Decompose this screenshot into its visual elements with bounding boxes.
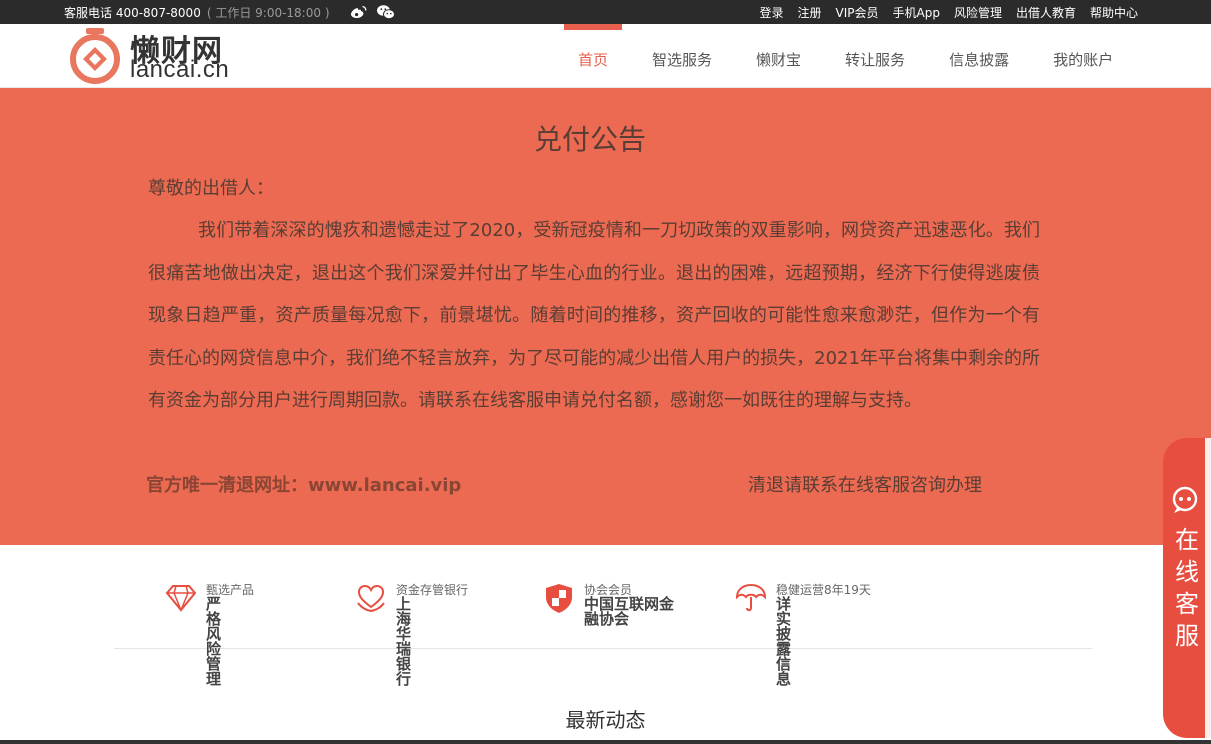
- main-nav: 首页 智选服务 懒财宝 转让服务 信息披露 我的账户: [564, 24, 1143, 88]
- contact-text: 清退请联系在线客服咨询办理: [748, 475, 982, 496]
- working-hours: ( 工作日 9:00-18:00 ): [206, 6, 330, 20]
- logo-mark: [70, 28, 120, 84]
- hotline-info: 客服电话 400-807-8000 ( 工作日 9:00-18:00 ): [64, 4, 330, 21]
- register-link[interactable]: 注册: [797, 4, 821, 21]
- bottom-divider: [0, 740, 1211, 744]
- lender-education-link[interactable]: 出借人教育: [1016, 4, 1076, 21]
- nav-transfer-service[interactable]: 转让服务: [831, 24, 919, 88]
- top-bar: 客服电话 400-807-8000 ( 工作日 9:00-18:00 ) 登录 注…: [0, 0, 1211, 24]
- site-logo[interactable]: 懒财网 lancai.cn: [66, 26, 246, 84]
- help-center-link[interactable]: 帮助中心: [1090, 4, 1138, 21]
- hotline-text: 客服电话 400-807-8000: [64, 6, 201, 20]
- online-service-label: 在线客服: [1175, 526, 1199, 650]
- heart-hands-icon: [357, 584, 385, 613]
- login-link[interactable]: 登录: [759, 4, 783, 21]
- nav-disclosure[interactable]: 信息披露: [935, 24, 1023, 88]
- umbrella-icon: [735, 583, 767, 612]
- service-edge: [1205, 438, 1211, 738]
- shield-icon: [546, 584, 572, 613]
- notice-greeting: 尊敬的出借人：: [148, 178, 274, 199]
- mobile-app-link[interactable]: 手机App: [893, 4, 940, 21]
- features-strip: 甄选产品 严格风险管理 资金存管银行 上海华瑞银行 协会会员 中国互联网金融协会…: [114, 545, 1092, 687]
- notice-banner: 兑付公告 尊敬的出借人： 我们带着深深的愧疚和遗憾走过了2020，受新冠疫情和一…: [0, 88, 1211, 545]
- logo-domain: lancai.cn: [130, 56, 230, 83]
- vip-link[interactable]: VIP会员: [836, 4, 879, 21]
- nav-smart-service[interactable]: 智选服务: [638, 24, 726, 88]
- top-links: 登录 注册 VIP会员 手机App 风险管理 出借人教育 帮助中心: [759, 4, 1138, 21]
- online-service-button[interactable]: 在线客服: [1163, 438, 1211, 738]
- nav-my-account[interactable]: 我的账户: [1039, 24, 1127, 88]
- nav-lancaibao[interactable]: 懒财宝: [742, 24, 815, 88]
- feature-value: 严格风险管理: [206, 595, 222, 688]
- notice-title: 兑付公告: [533, 123, 646, 156]
- news-section-title: 最新动态: [565, 708, 646, 732]
- feature-value: 详实披露信息: [776, 595, 792, 688]
- diamond-icon: [165, 585, 197, 612]
- wechat-icon[interactable]: [376, 4, 395, 20]
- main-header: 懒财网 lancai.cn 首页 智选服务 懒财宝 转让服务 信息披露 我的账户: [0, 24, 1211, 88]
- weibo-icon[interactable]: [350, 4, 368, 20]
- risk-management-link[interactable]: 风险管理: [954, 4, 1002, 21]
- official-site-text[interactable]: 官方唯一清退网址：www.lancai.vip: [146, 471, 461, 497]
- social-links: [350, 4, 395, 20]
- nav-home[interactable]: 首页: [564, 24, 623, 88]
- chat-bubble-icon: [1172, 486, 1198, 513]
- notice-body: 我们带着深深的愧疚和遗憾走过了2020，受新冠疫情和一刀切政策的双重影响，网贷资…: [148, 220, 1040, 411]
- feature-value: 上海华瑞银行: [396, 595, 412, 688]
- feature-value: 中国互联网金融协会: [584, 595, 675, 628]
